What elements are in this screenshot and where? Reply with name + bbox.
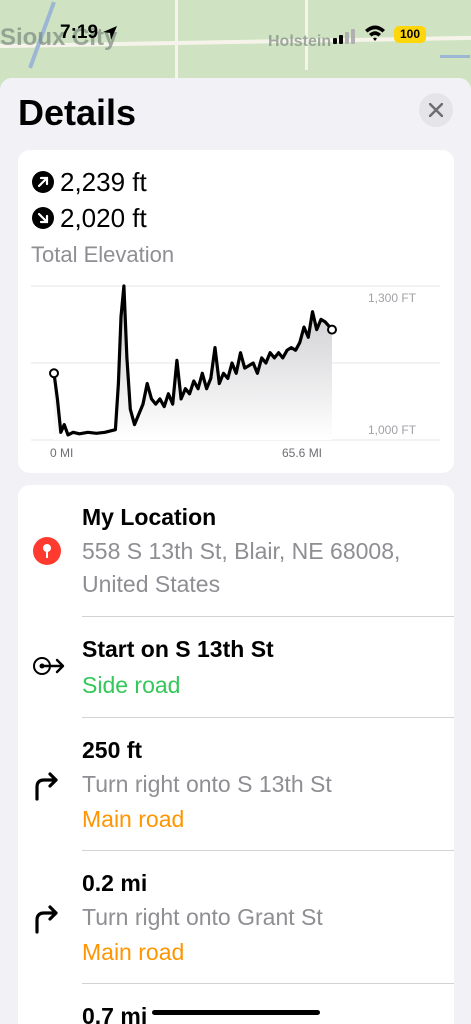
list-item-turn[interactable]: 0.2 mi Turn right onto Grant St Main roa… xyxy=(18,851,454,983)
turn-right-icon xyxy=(35,772,58,801)
y-axis-top-label: 1,300 FT xyxy=(368,291,417,305)
ascent-arrow-icon xyxy=(32,171,54,193)
road-type-label: Side road xyxy=(82,672,181,698)
turn-right-icon xyxy=(35,905,58,934)
close-button[interactable] xyxy=(419,93,453,127)
descent-arrow-icon xyxy=(32,207,54,229)
elevation-chart[interactable]: 1,300 FT 1,000 FT 0 MI 65.6 MI xyxy=(18,270,454,470)
origin-address-line1: 558 S 13th St, Blair, NE 68008, xyxy=(82,538,401,564)
elevation-card: 2,239 ft 2,020 ft Total Elevation 1,300 … xyxy=(18,150,454,473)
location-pin-icon xyxy=(33,537,61,565)
status-time: 7:19 xyxy=(60,22,99,43)
cellular-signal-icon xyxy=(333,26,357,44)
step-instruction: Turn right onto Grant St xyxy=(82,904,323,930)
list-item-turn[interactable]: 250 ft Turn right onto S 13th St Main ro… xyxy=(18,718,454,850)
list-item-origin[interactable]: My Location 558 S 13th St, Blair, NE 680… xyxy=(18,485,454,616)
close-icon xyxy=(429,103,443,117)
x-axis-start-label: 0 MI xyxy=(50,446,73,460)
list-item-start[interactable]: Start on S 13th St Side road xyxy=(18,617,454,717)
location-arrow-icon xyxy=(103,26,117,40)
elevation-ascent: 2,239 ft xyxy=(32,167,147,197)
start-arrow-icon xyxy=(33,657,65,675)
step-distance: 250 ft xyxy=(82,737,143,763)
step-instruction: Turn right onto S 13th St xyxy=(82,771,332,797)
x-axis-end-label: 65.6 MI xyxy=(282,446,322,460)
road-type-label: Main road xyxy=(82,939,185,965)
directions-list: My Location 558 S 13th St, Blair, NE 680… xyxy=(18,485,454,1024)
battery-indicator: 100 xyxy=(394,26,426,43)
elevation-start-point xyxy=(49,368,59,379)
elevation-descent: 2,020 ft xyxy=(32,203,147,233)
status-bar: 7:19 100 xyxy=(0,0,471,70)
total-elevation-label: Total Elevation xyxy=(31,242,175,267)
wifi-icon xyxy=(365,25,385,41)
origin-title: My Location xyxy=(82,504,217,530)
descent-value: 2,020 ft xyxy=(60,202,147,233)
y-axis-bottom-label: 1,000 FT xyxy=(368,423,417,437)
home-indicator[interactable] xyxy=(152,1010,320,1015)
elevation-end-point xyxy=(327,324,337,335)
step-distance: 0.2 mi xyxy=(82,870,148,896)
ascent-value: 2,239 ft xyxy=(60,166,147,197)
list-item-turn[interactable]: 0.7 mi xyxy=(18,984,454,1024)
step-distance: 0.7 mi xyxy=(82,1003,148,1024)
start-instruction: Start on S 13th St xyxy=(82,636,274,662)
road-type-label: Main road xyxy=(82,806,185,832)
origin-address-line2: United States xyxy=(82,571,221,597)
page-title: Details xyxy=(18,92,137,133)
